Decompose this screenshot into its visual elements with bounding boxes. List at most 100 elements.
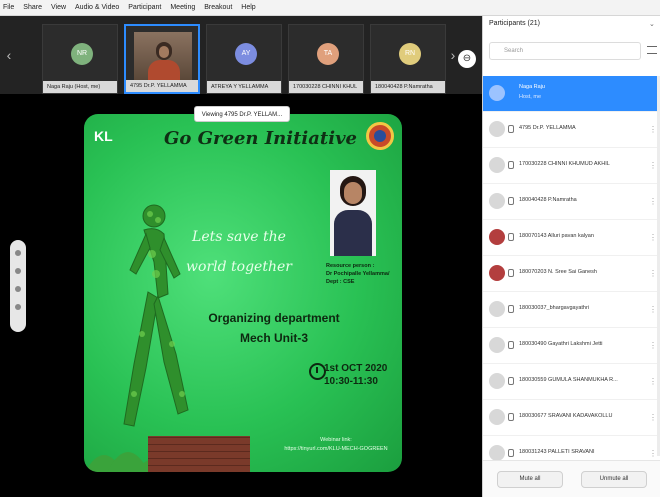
more-icon[interactable]: ⋮: [649, 161, 657, 170]
zoom-window: File Share View Audio & Video Participan…: [0, 0, 660, 497]
tool-icon[interactable]: [15, 268, 21, 274]
annotation-toolbar[interactable]: [10, 240, 26, 332]
camera-feed: [134, 32, 192, 80]
avatar: [489, 229, 505, 245]
resource-dept: Dept : CSE: [326, 279, 355, 285]
shared-slide: KL Go Green Initiative Lets save the wor…: [84, 114, 402, 472]
avatar: AY: [235, 43, 257, 65]
list-item[interactable]: 180070143 Alluri pavan kalyan ⋮: [483, 220, 660, 256]
more-icon[interactable]: ⋮: [649, 197, 657, 206]
avatar: [489, 85, 505, 101]
avatar: [489, 409, 505, 425]
org-line1: Organizing department: [208, 311, 340, 325]
participant-name: 170030228 CHINNI KHUMUD AKHIL: [519, 161, 610, 167]
avatar: [489, 337, 505, 353]
menu-view[interactable]: View: [51, 4, 66, 11]
list-item[interactable]: 180030490 Gayathri Lakshmi Jetti ⋮: [483, 328, 660, 364]
list-item[interactable]: 180040428 P.Namratha ⋮: [483, 184, 660, 220]
participant-name: 180030037_bhargavgayathri: [519, 305, 590, 311]
participant-name: 180031243 PALLETI SRAVANI: [519, 449, 595, 455]
participants-footer: Mute all Unmute all: [483, 460, 660, 497]
kl-logo-text: KL: [94, 128, 113, 144]
list-item[interactable]: Naga Raju Host, me: [483, 76, 660, 112]
participant-name: 180030677 SRAVANI KADAVAKOLLU: [519, 413, 613, 419]
more-icon[interactable]: ⋮: [649, 341, 657, 350]
mic-icon: [508, 233, 514, 241]
list-item[interactable]: 180030037_bhargavgayathri ⋮: [483, 292, 660, 328]
participant-name: 180030490 Gayathri Lakshmi Jetti: [519, 341, 603, 347]
avatar: [489, 157, 505, 173]
hide-thumbnails-icon[interactable]: ⊖: [458, 50, 476, 68]
avatar: [489, 193, 505, 209]
avatar: TA: [317, 43, 339, 65]
organizing-department: Organizing department Mech Unit-3: [184, 308, 364, 348]
resource-label: Resource person :: [326, 263, 375, 269]
tool-icon[interactable]: [15, 286, 21, 292]
list-item[interactable]: 180070203 N. Sree Sai Ganesh ⋮: [483, 256, 660, 292]
mic-icon: [508, 197, 514, 205]
more-icon[interactable]: ⋮: [649, 269, 657, 278]
tool-icon[interactable]: [15, 304, 21, 310]
mic-icon: [508, 269, 514, 277]
thumbnail-participant[interactable]: NR Naga Raju (Host, me): [42, 24, 118, 94]
menu-meeting[interactable]: Meeting: [170, 4, 195, 11]
slide-tagline: Lets save the world together: [184, 222, 294, 282]
thumbnail-participant[interactable]: AY ATREYA Y YELLAMMA: [206, 24, 282, 94]
mic-icon: [508, 341, 514, 349]
event-date: 1st OCT 2020: [324, 363, 388, 374]
department-seal: [366, 122, 394, 150]
tagline-line1: Lets save the: [192, 229, 286, 245]
kl-logo: KL: [94, 128, 113, 144]
more-icon[interactable]: ⋮: [649, 413, 657, 422]
menu-help[interactable]: Help: [241, 4, 255, 11]
mute-all-button[interactable]: Mute all: [497, 471, 563, 488]
participant-name: 180070143 Alluri pavan kalyan: [519, 233, 594, 239]
more-icon[interactable]: ⋮: [649, 377, 657, 386]
menu-share[interactable]: Share: [23, 4, 42, 11]
participant-search-input[interactable]: Search: [489, 42, 641, 60]
panel-options-icon[interactable]: ⌄: [649, 20, 655, 28]
unmute-all-button[interactable]: Unmute all: [581, 471, 647, 488]
participant-list: Naga Raju Host, me 4795 Dr.P. YELLAMMA ⋮…: [483, 76, 660, 472]
more-icon[interactable]: ⋮: [649, 449, 657, 458]
event-date-time: 1st OCT 2020 10:30-11:30: [324, 362, 387, 388]
sort-icon[interactable]: [647, 46, 657, 54]
resource-person-photo: [330, 170, 376, 256]
tool-icon[interactable]: [15, 250, 21, 256]
brick-wall: [148, 436, 250, 472]
thumbnail-participant-active[interactable]: 4795 Dr.P. YELLAMMA: [124, 24, 200, 94]
participant-name: 180040428 P.Namratha: [519, 197, 577, 203]
menu-file[interactable]: File: [3, 4, 14, 11]
webinar-link[interactable]: https://tinyurl.com/KLU-MECH-GOGREEN: [270, 445, 402, 454]
avatar: [489, 265, 505, 281]
mic-icon: [508, 413, 514, 421]
avatar: RN: [399, 43, 421, 65]
list-item[interactable]: 170030228 CHINNI KHUMUD AKHIL ⋮: [483, 148, 660, 184]
list-item[interactable]: 4795 Dr.P. YELLAMMA ⋮: [483, 112, 660, 148]
thumbnail-participant[interactable]: TA 170030228 CHINNI KHUL: [288, 24, 364, 94]
mic-icon: [508, 161, 514, 169]
list-item[interactable]: 180030559 GUMULA SHANMUKHA R... ⋮: [483, 364, 660, 400]
participants-title[interactable]: Participants (21): [489, 20, 540, 27]
more-icon[interactable]: ⋮: [649, 233, 657, 242]
chevron-left-icon[interactable]: ‹: [2, 42, 16, 68]
list-item[interactable]: 180030677 SRAVANI KADAVAKOLLU ⋮: [483, 400, 660, 436]
thumbnail-participant[interactable]: RN 180040428 P.Namratha: [370, 24, 446, 94]
thumbnail-label: 180040428 P.Namratha: [371, 81, 445, 93]
viewing-badge[interactable]: Viewing 4795 Dr.P. YELLAM...: [194, 106, 290, 122]
participant-name: Naga Raju: [519, 84, 545, 90]
participant-role: Host, me: [519, 94, 542, 100]
org-line2: Mech Unit-3: [239, 331, 308, 345]
avatar: NR: [71, 43, 93, 65]
menu-audio-video[interactable]: Audio & Video: [75, 4, 119, 11]
mic-icon: [508, 377, 514, 385]
mic-icon: [508, 305, 514, 313]
avatar: [489, 373, 505, 389]
resource-person-info: Resource person : Dr Pochipalle Yellamma…: [326, 262, 398, 286]
thumbnail-label: Naga Raju (Host, me): [43, 81, 117, 93]
participant-name: 4795 Dr.P. YELLAMMA: [519, 125, 576, 131]
more-icon[interactable]: ⋮: [649, 305, 657, 314]
more-icon[interactable]: ⋮: [649, 125, 657, 134]
menu-breakout[interactable]: Breakout: [204, 4, 232, 11]
menu-participant[interactable]: Participant: [128, 4, 161, 11]
